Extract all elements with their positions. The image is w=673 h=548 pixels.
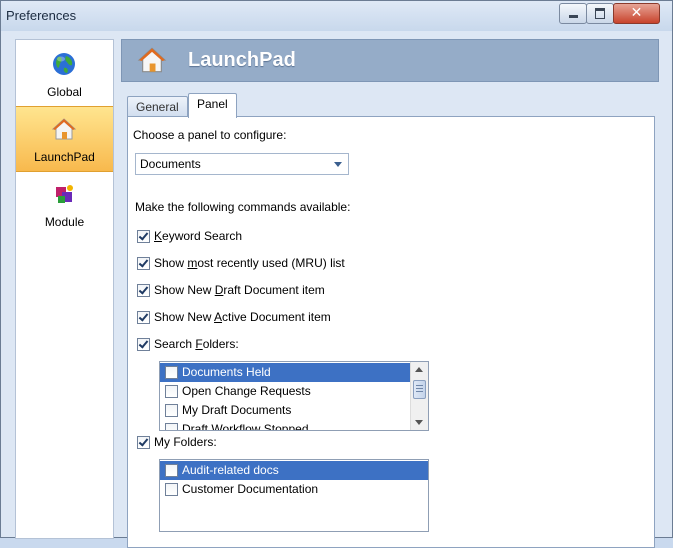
list-item-label: Audit-related docs (182, 463, 279, 477)
checkbox-label: My Folders: (154, 435, 217, 449)
checkbox-box[interactable] (137, 257, 150, 270)
tab-general[interactable]: General (127, 96, 188, 118)
checkbox-box[interactable] (165, 366, 178, 379)
maximize-button[interactable] (586, 3, 614, 24)
checkbox-box[interactable] (137, 284, 150, 297)
scroll-up-icon[interactable] (415, 367, 423, 372)
home-icon (52, 118, 76, 140)
list-item[interactable]: Draft Workflow Stopped (160, 420, 411, 431)
checkbox-box[interactable] (165, 385, 178, 398)
minimize-icon (569, 15, 578, 18)
commands-label: Make the following commands available: (135, 200, 351, 214)
scroll-down-icon[interactable] (415, 420, 423, 425)
module-icon (56, 185, 73, 203)
list-item[interactable]: Open Change Requests (160, 382, 411, 401)
nav-label-module: Module (44, 215, 85, 229)
checkbox-box[interactable] (137, 311, 150, 324)
nav-item-launchpad[interactable]: LaunchPad (16, 106, 113, 172)
preferences-window: Preferences ✕ Global LaunchPad Module La… (0, 0, 673, 548)
list-item[interactable]: Audit-related docs (160, 461, 428, 480)
globe-icon (53, 53, 75, 75)
chevron-down-icon (334, 162, 342, 167)
panel-select-value: Documents (140, 157, 201, 171)
checkbox-label: Show New Draft Document item (154, 283, 325, 297)
list-item[interactable]: Documents Held (160, 363, 411, 382)
list-item-label: My Draft Documents (182, 403, 292, 417)
list-item[interactable]: My Draft Documents (160, 401, 411, 420)
window-title: Preferences (6, 8, 77, 23)
checkbox-label: Show New Active Document item (154, 310, 331, 324)
minimize-button[interactable] (559, 3, 587, 24)
nav-label-global: Global (47, 85, 82, 99)
maximize-icon (595, 8, 605, 19)
tab-panel[interactable]: Panel (188, 93, 237, 118)
checkbox-box[interactable] (137, 230, 150, 243)
scroll-thumb[interactable] (413, 380, 426, 399)
choose-panel-label: Choose a panel to configure: (133, 128, 287, 142)
checkbox-label: Keyword Search (154, 229, 243, 243)
section-title: LaunchPad (188, 49, 296, 71)
checkbox-box[interactable] (165, 423, 178, 430)
my-folders-list[interactable]: Audit-related docs Customer Documentatio… (159, 459, 429, 532)
checkbox-box[interactable] (137, 338, 150, 351)
checkbox-box[interactable] (165, 483, 178, 496)
panel-tab-content: Choose a panel to configure: Documents M… (127, 116, 655, 548)
checkbox-box[interactable] (137, 436, 150, 449)
search-folders-list[interactable]: Documents Held Open Change Requests My D… (159, 361, 429, 431)
list-item-label: Customer Documentation (182, 482, 319, 496)
list-item[interactable]: Customer Documentation (160, 480, 428, 499)
category-sidebar: Global LaunchPad Module (15, 39, 114, 539)
nav-label-launchpad: LaunchPad (34, 150, 95, 164)
checkbox-box[interactable] (165, 404, 178, 417)
panel-select[interactable]: Documents (135, 153, 349, 175)
vertical-scrollbar[interactable] (410, 362, 428, 430)
list-item-label: Open Change Requests (182, 384, 311, 398)
checkbox-label: Search Folders: (154, 337, 239, 351)
section-header: LaunchPad (121, 39, 659, 82)
close-icon: ✕ (630, 5, 643, 21)
checkbox-box[interactable] (165, 464, 178, 477)
close-button[interactable]: ✕ (613, 3, 660, 24)
home-icon (137, 47, 167, 73)
checkbox-label: Show most recently used (MRU) list (154, 256, 345, 270)
list-item-label: Documents Held (182, 365, 271, 379)
content-area: LaunchPad General Panel Choose a panel t… (121, 39, 661, 548)
nav-item-global[interactable]: Global (16, 42, 113, 106)
title-bar[interactable]: Preferences ✕ (1, 1, 672, 31)
list-item-label: Draft Workflow Stopped (182, 422, 309, 431)
nav-item-module[interactable]: Module (16, 172, 113, 236)
